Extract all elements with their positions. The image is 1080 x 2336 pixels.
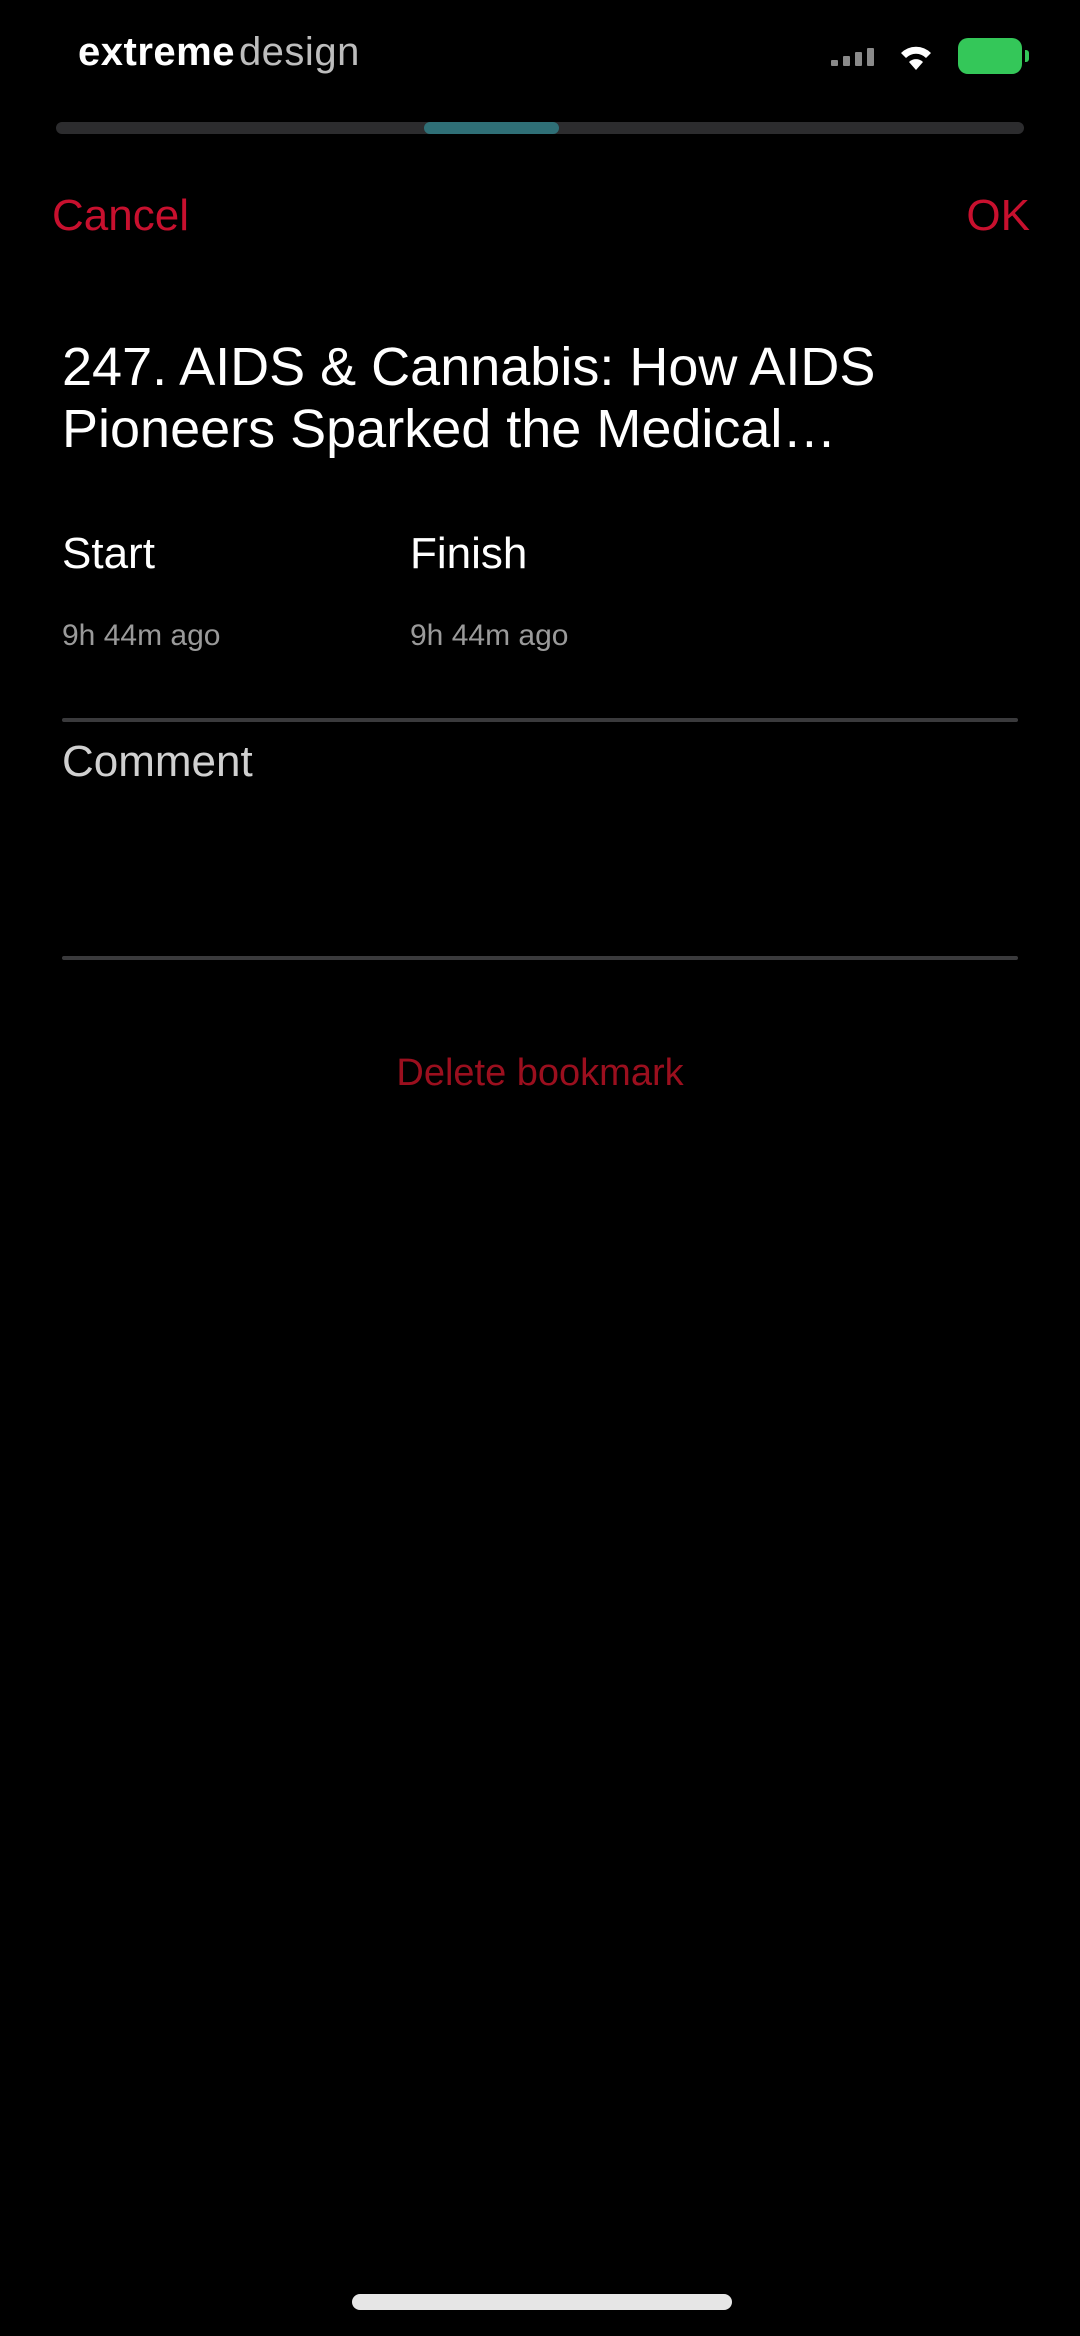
cancel-button[interactable]: Cancel	[52, 190, 189, 242]
status-bar: extreme design	[0, 0, 1080, 110]
status-icons	[831, 34, 1029, 78]
wifi-icon	[896, 40, 936, 72]
carrier-brand: extreme	[78, 30, 235, 74]
comment-bottom-divider	[62, 956, 1018, 960]
start-time-value[interactable]: 9h 44m ago	[62, 618, 362, 654]
comment-input[interactable]	[62, 736, 1018, 936]
episode-title: 247. AIDS & Cannabis: How AIDS Pioneers …	[62, 337, 876, 459]
finish-time-group: Finish 9h 44m ago	[410, 528, 710, 654]
start-time-group: Start 9h 44m ago	[62, 528, 362, 654]
battery-icon	[958, 38, 1029, 74]
bookmark-range-fill	[423, 122, 560, 134]
carrier-suffix: design	[238, 30, 360, 74]
finish-label: Finish	[410, 529, 528, 578]
signal-bars-icon	[831, 46, 874, 66]
playback-progress-track[interactable]	[56, 122, 1024, 134]
carrier-name: extreme design	[78, 28, 360, 76]
ok-button[interactable]: OK	[966, 190, 1030, 242]
finish-time-value[interactable]: 9h 44m ago	[410, 618, 710, 654]
comment-top-divider	[62, 718, 1018, 722]
home-indicator[interactable]	[352, 2294, 732, 2310]
delete-bookmark-button[interactable]: Delete bookmark	[0, 1050, 1080, 1096]
start-label: Start	[62, 529, 155, 578]
